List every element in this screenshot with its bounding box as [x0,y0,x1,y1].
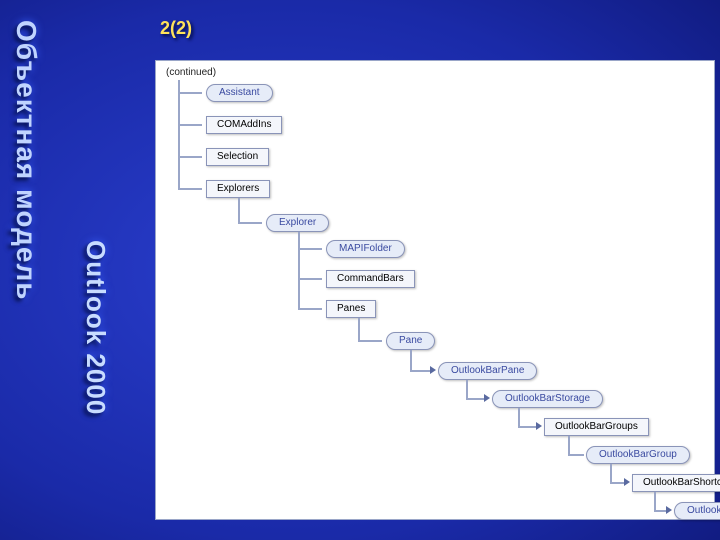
tree-node: Explorers [206,178,270,200]
tree-node: CommandBars [326,268,415,290]
node-label: Pane [386,332,435,350]
tree-node: Explorer [266,212,329,234]
tree-node: OutlookBarGroups [544,416,649,438]
node-label: OutlookBarShortcuts [632,474,720,492]
title-secondary: Outlook 2000 [80,240,111,415]
node-label: Explorers [206,180,270,198]
title-primary: Объектная модель [10,20,42,300]
node-label: Selection [206,148,269,166]
node-label: OutlookBarGroups [544,418,649,436]
tree-node: OutlookBarShortcut [674,500,720,522]
page-number: 2(2) [160,18,192,39]
node-label: OutlookBarStorage [492,390,603,408]
tree-node: OutlookBarGroup [586,444,690,466]
node-label: OutlookBarGroup [586,446,690,464]
tree-node: Pane [386,330,435,352]
tree-node: Selection [206,146,269,168]
node-label: OutlookBarShortcut [674,502,720,520]
node-label: OutlookBarPane [438,362,537,380]
node-label: CommandBars [326,270,415,288]
diagram-panel: (continued) Assistant COMAddIns Selectio… [155,60,715,520]
tree-node: OutlookBarStorage [492,388,603,410]
node-label: COMAddIns [206,116,282,134]
tree-node: MAPIFolder [326,238,405,260]
continued-label: (continued) [166,67,708,78]
tree-node: Panes [326,298,376,320]
tree-node: OutlookBarShortcuts [632,472,720,494]
node-label: Assistant [206,84,273,102]
tree-node: Assistant [206,82,273,104]
tree-node: OutlookBarPane [438,360,537,382]
node-label: Explorer [266,214,329,232]
node-label: MAPIFolder [326,240,405,258]
node-label: Panes [326,300,376,318]
tree-node: COMAddIns [206,114,282,136]
